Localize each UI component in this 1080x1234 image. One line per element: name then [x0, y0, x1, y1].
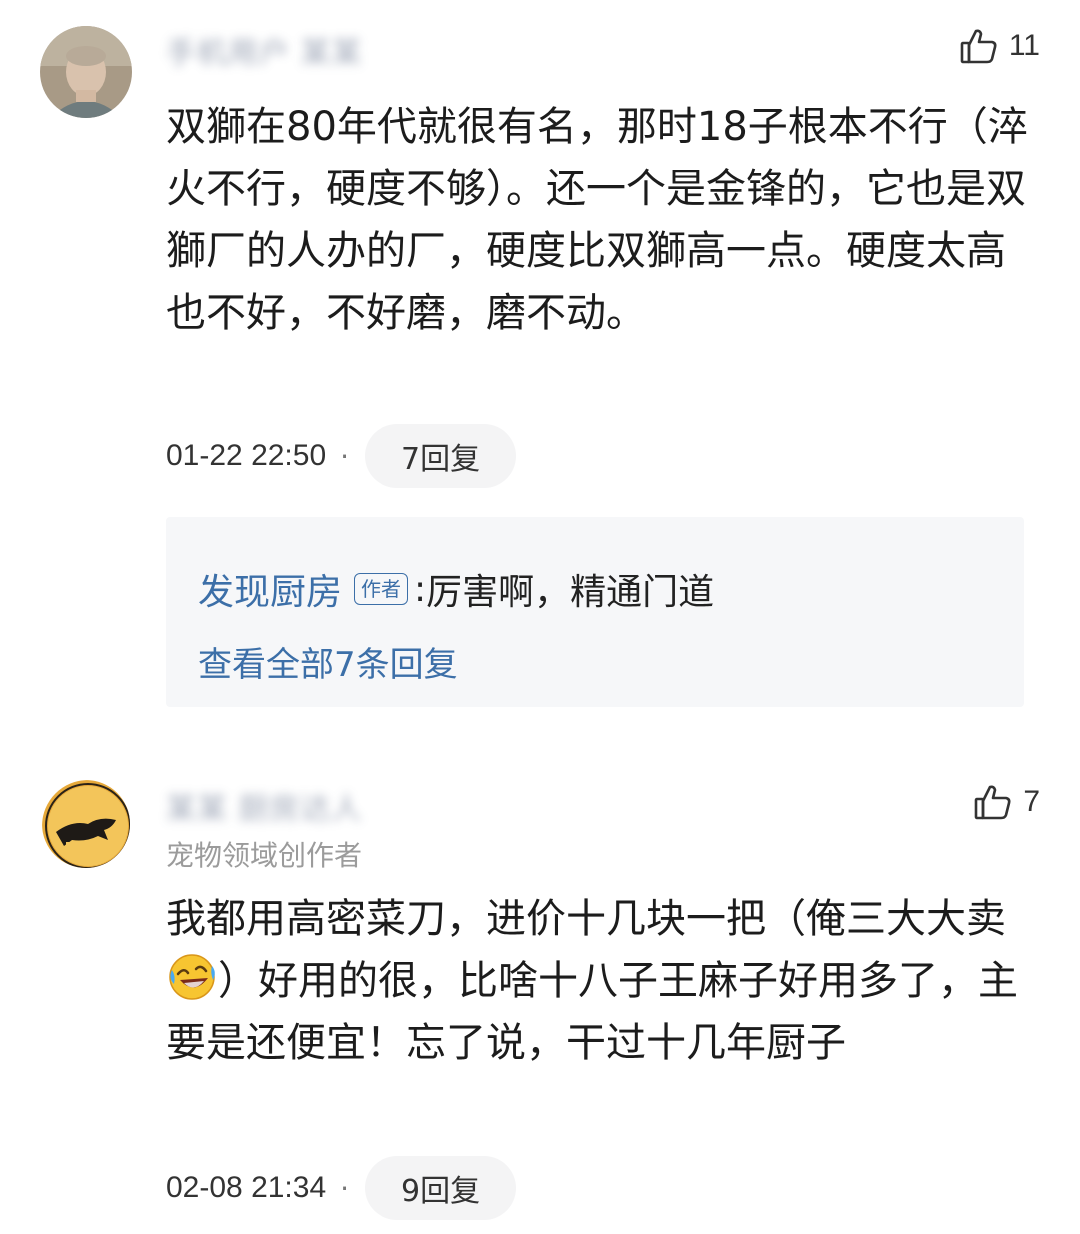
comment-item: 某某 厨房达人 7 宠物领域创作者 我都用高密菜刀，进价十几块一把（俺三大大卖）…	[0, 740, 1080, 1234]
author-subtitle: 宠物领域创作者	[166, 839, 363, 872]
reply-preview-line: 发现厨房 作者 : 厉害啊，精通门道	[198, 563, 714, 615]
separator-dot: ·	[340, 439, 350, 473]
comment-text: 我都用高密菜刀，进价十几块一把（俺三大大卖 ）好用的很，比啥十八子王麻子好用多了…	[166, 888, 1036, 1074]
timestamp: 02-08 21:34	[166, 1171, 327, 1204]
reply-author[interactable]: 发现厨房	[198, 563, 342, 615]
avatar[interactable]	[40, 26, 132, 118]
like-button[interactable]: 11	[959, 26, 1040, 66]
like-count: 7	[1023, 785, 1040, 818]
comment-text-part: 我都用高密菜刀，进价十几块一把（俺三大大卖	[166, 896, 1006, 942]
comment-meta: 01-22 22:50 · 7回复	[166, 424, 517, 488]
comment-list: 手机用户 某某 11 双獅在80年代就很有名，那时18子根本不行（淬火不行，硬度…	[0, 0, 1080, 1234]
like-button[interactable]: 7	[973, 782, 1040, 822]
comment-meta: 02-08 21:34 · 9回复	[166, 1156, 517, 1220]
separator-dot: ·	[340, 1171, 350, 1205]
timestamp: 01-22 22:50	[166, 439, 327, 472]
username[interactable]: 某某 厨房达人	[166, 784, 406, 827]
author-badge: 作者	[354, 573, 409, 605]
replies-button[interactable]: 9回复	[365, 1156, 517, 1220]
comment-text: 双獅在80年代就很有名，那时18子根本不行（淬火不行，硬度不够）。还一个是金锋的…	[166, 104, 1028, 336]
username[interactable]: 手机用户 某某	[166, 28, 406, 71]
comment-text-part: ）好用的很，比啥十八子王麻子好用多了，主要是还便宜！忘了说，干过十几年厨子	[166, 958, 1018, 1066]
thumbs-up-icon	[959, 26, 999, 66]
like-count: 11	[1008, 29, 1040, 62]
avatar[interactable]	[42, 780, 130, 868]
rolling-laughing-emoji-icon	[166, 950, 218, 1002]
comment-item: 手机用户 某某 11 双獅在80年代就很有名，那时18子根本不行（淬火不行，硬度…	[0, 0, 1080, 740]
view-all-replies-link[interactable]: 查看全部7条回复	[198, 637, 458, 686]
replies-button[interactable]: 7回复	[365, 424, 517, 488]
thumbs-up-icon	[973, 782, 1013, 822]
reply-preview-box: 发现厨房 作者 : 厉害啊，精通门道 查看全部7条回复	[166, 517, 1024, 707]
reply-text: 厉害啊，精通门道	[426, 572, 715, 613]
reply-separator: :	[414, 568, 427, 610]
